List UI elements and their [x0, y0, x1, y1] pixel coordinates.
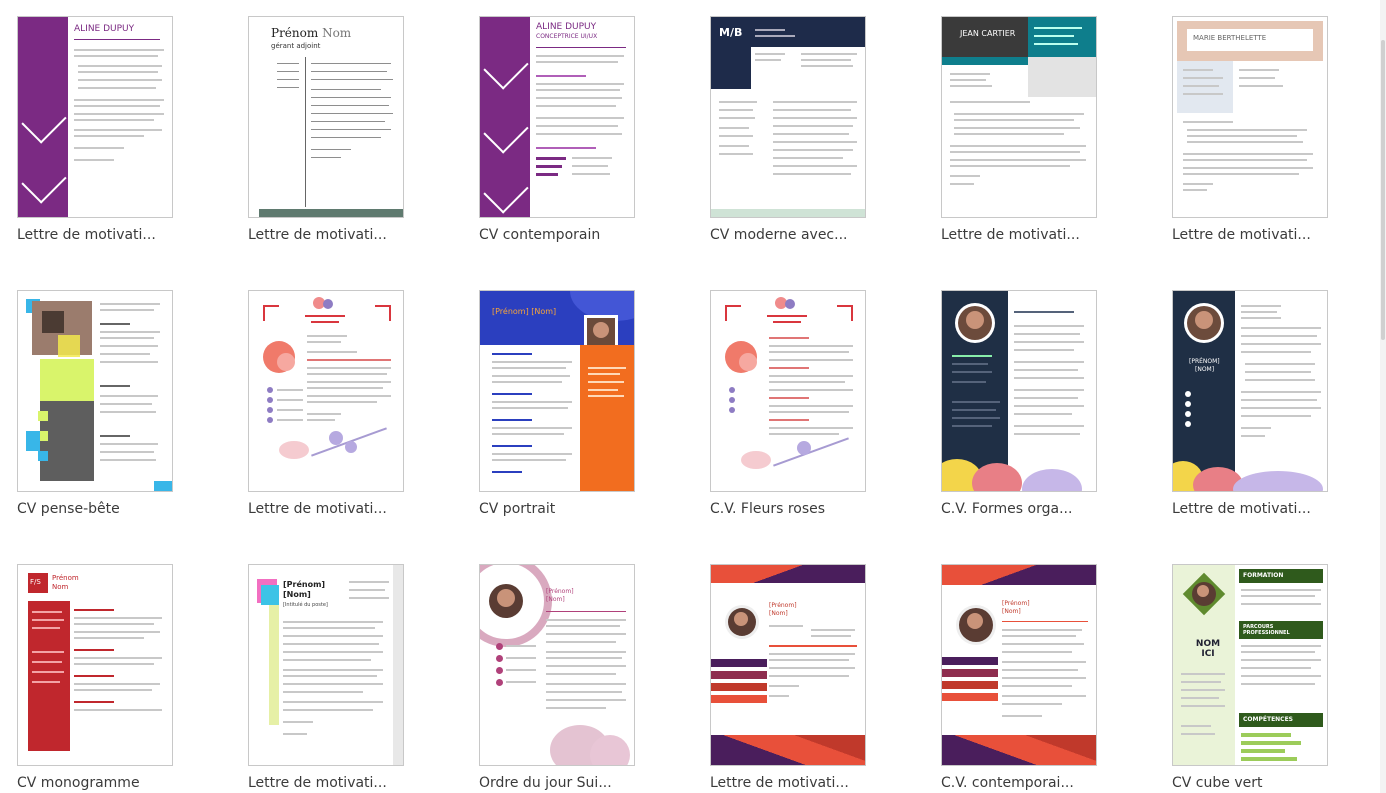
template-caption[interactable]: C.V. Fleurs roses [710, 501, 870, 517]
template-caption[interactable]: CV contemporain [479, 227, 639, 243]
template-thumbnail[interactable] [941, 290, 1097, 492]
template-monogram: F/S [30, 578, 41, 586]
template-name-first: Prénom [271, 26, 319, 40]
template-thumbnail[interactable]: Prénom Nom gérant adjoint [248, 16, 404, 218]
template-monogram: M/B [719, 26, 743, 39]
template-thumbnail[interactable]: JEAN CARTIER [941, 16, 1097, 218]
scrollbar-thumb[interactable] [1381, 40, 1385, 340]
vertical-scrollbar[interactable] [1380, 0, 1386, 793]
template-thumbnail[interactable] [248, 290, 404, 492]
template-thumbnail[interactable]: MARIE BERTHELETTE [1172, 16, 1328, 218]
template-thumbnail[interactable] [17, 290, 173, 492]
template-thumbnail[interactable]: [Prénom] [Nom] [710, 564, 866, 766]
template-caption[interactable]: Ordre du jour Sui... [479, 775, 639, 791]
template-role: CONCEPTRICE UI/UX [536, 33, 598, 40]
template-caption[interactable]: Lettre de motivati... [248, 775, 408, 791]
template-caption[interactable]: Lettre de motivati... [1172, 227, 1332, 243]
template-thumbnail[interactable] [710, 290, 866, 492]
template-thumbnail[interactable]: [Prénom] [Nom] [941, 564, 1097, 766]
template-caption[interactable]: CV pense-bête [17, 501, 177, 517]
template-name: ALINE DUPUY [536, 22, 597, 32]
template-name: [Prénom] [Nom] [492, 307, 557, 316]
template-caption[interactable]: Lettre de motivati... [1172, 501, 1332, 517]
template-thumbnail[interactable]: [Prénom] [Nom] [Intitulé du poste] [248, 564, 404, 766]
template-name: JEAN CARTIER [960, 29, 1016, 38]
template-thumbnail[interactable]: [PRÉNOM] [NOM] [1172, 290, 1328, 492]
template-caption[interactable]: Lettre de motivati... [248, 227, 408, 243]
template-thumbnail[interactable]: F/S Prénom Nom [17, 564, 173, 766]
template-caption[interactable]: CV monogramme [17, 775, 177, 791]
template-thumbnail[interactable]: [Prénom] [Nom] [479, 290, 635, 492]
template-caption[interactable]: C.V. contemporai... [941, 775, 1101, 791]
template-caption[interactable]: Lettre de motivati... [941, 227, 1101, 243]
template-caption[interactable]: CV cube vert [1172, 775, 1332, 791]
template-name: NOM ICI [1195, 639, 1221, 659]
template-caption[interactable]: CV portrait [479, 501, 639, 517]
template-name-last: Nom [322, 26, 352, 40]
template-thumbnail[interactable]: M/B [710, 16, 866, 218]
template-thumbnail[interactable]: ALINE DUPUY CONCEPTRICE UI/UX [479, 16, 635, 218]
template-subtitle: gérant adjoint [271, 42, 321, 50]
template-caption[interactable]: Lettre de motivati... [248, 501, 408, 517]
template-caption[interactable]: C.V. Formes orga... [941, 501, 1101, 517]
template-name: MARIE BERTHELETTE [1193, 34, 1267, 42]
template-thumbnail[interactable]: NOM ICI FORMATION PARCOURS PROFESSIONNEL… [1172, 564, 1328, 766]
template-caption[interactable]: Lettre de motivati... [710, 775, 870, 791]
template-caption[interactable]: CV moderne avec... [710, 227, 870, 243]
template-thumbnail[interactable]: [Prénom] [Nom] [479, 564, 635, 766]
template-thumbnail[interactable]: ALINE DUPUY [17, 16, 173, 218]
template-caption[interactable]: Lettre de motivati... [17, 227, 177, 243]
